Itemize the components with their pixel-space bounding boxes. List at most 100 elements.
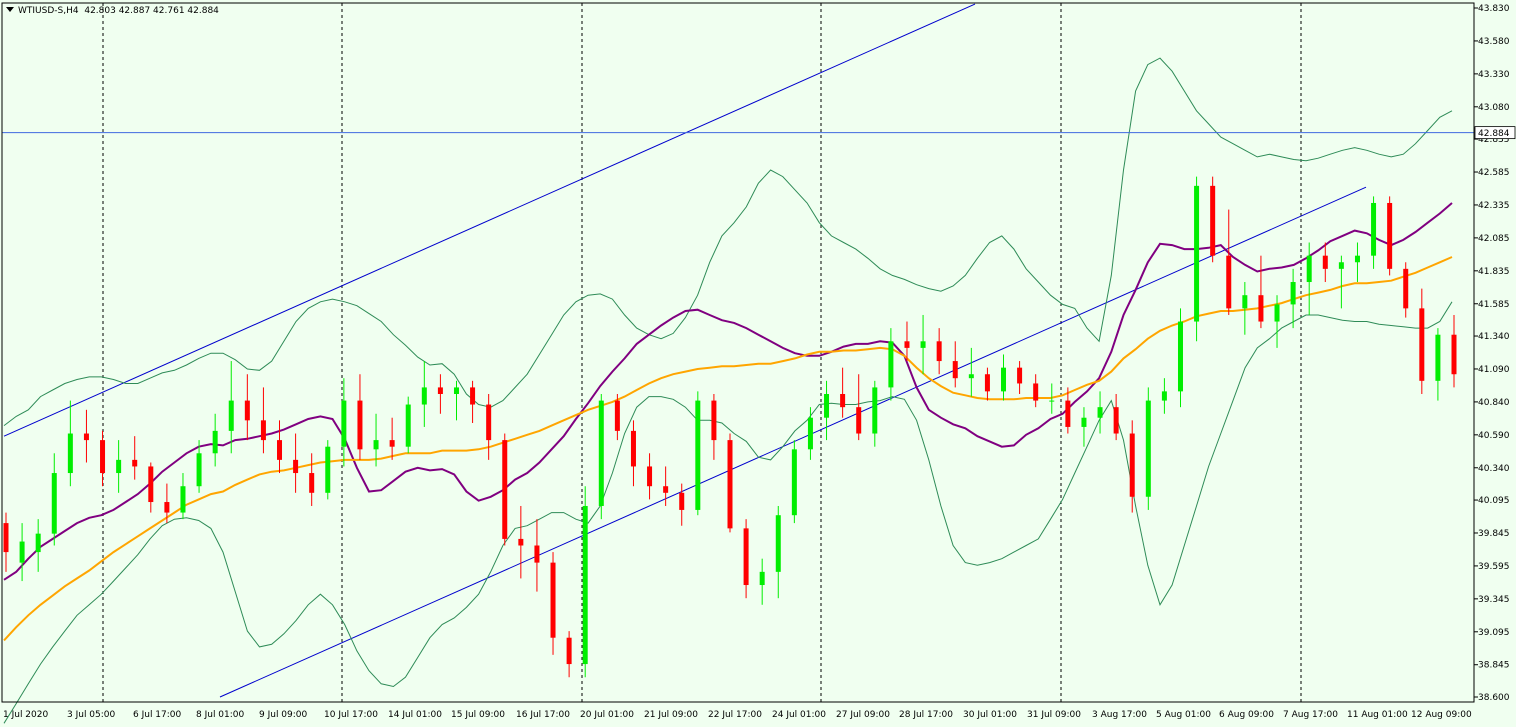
bull-candle [341,400,347,447]
y-tick-label: 40.095 [1478,496,1510,506]
bull-candle [1097,407,1103,418]
bear-candle [470,387,476,405]
bear-candle [679,492,685,510]
bear-candle [1065,400,1071,427]
bull-candle [598,400,604,506]
channel-upper-line [3,3,976,437]
bull-candle [1242,295,1248,309]
x-tick-label: 7 Aug 17:00 [1283,710,1338,720]
bull-candle [1274,304,1280,322]
y-tick-label: 41.340 [1478,332,1510,342]
bull-candle [759,571,765,586]
bear-candle [840,393,846,408]
bollinger-upper-line [3,57,1453,426]
bear-candle [3,523,9,553]
price-chart[interactable]: 43.83043.58043.33043.08042.83542.58542.3… [0,0,1516,727]
bull-candle [325,446,331,493]
y-tick-label: 41.090 [1478,365,1510,375]
x-tick-label: 11 Aug 01:00 [1347,710,1408,720]
bollinger-bands [3,57,1453,724]
y-tick-label: 40.340 [1478,464,1510,474]
bear-candle [486,404,492,441]
x-tick-label: 10 Jul 17:00 [324,710,378,720]
bull-candle [67,433,73,474]
bull-candle [775,515,781,572]
y-tick-label: 42.085 [1478,234,1510,244]
y-tick-label: 39.345 [1478,595,1510,605]
bear-candle [132,459,138,467]
bull-candle [1145,400,1151,497]
x-tick-label: 3 Aug 17:00 [1092,710,1147,720]
bear-candle [1113,407,1119,434]
candles [3,176,1457,678]
bear-candle [1129,433,1135,497]
bear-candle [711,400,717,441]
bear-candle [437,387,443,394]
bull-candle [920,341,926,348]
bull-candle [807,417,813,450]
bear-candle [647,466,653,487]
x-tick-label: 22 Jul 17:00 [708,710,762,720]
current-price-label: 42.884 [1478,129,1510,139]
bear-candle [630,430,636,467]
x-tick-label: 8 Jul 01:00 [196,710,245,720]
bull-candle [405,404,411,447]
y-tick-label: 43.080 [1478,103,1510,113]
bear-candle [164,502,170,513]
bull-candle [824,393,830,418]
bear-candle [663,486,669,493]
x-tick-label: 20 Jul 01:00 [580,710,634,720]
bear-candle [1419,308,1425,381]
bull-candle [1371,202,1377,256]
bear-candle [389,440,395,447]
trend-channel [3,3,1367,698]
x-tick-label: 15 Jul 09:00 [451,710,505,720]
bear-candle [936,341,942,362]
bull-candle [695,400,701,510]
bull-candle [228,400,234,431]
bull-candle [373,440,379,450]
y-tick-label: 43.330 [1478,70,1510,80]
bear-candle [984,374,990,392]
x-tick-label: 5 Aug 01:00 [1156,710,1211,720]
bull-candle [196,453,202,487]
bear-candle [502,440,508,539]
x-tick-label: 9 Jul 09:00 [259,710,308,720]
bull-candle [116,459,122,474]
x-tick-label: 28 Jul 17:00 [899,710,953,720]
plot-frame [1,2,1475,703]
bull-candle [791,449,797,516]
bull-candle [1081,417,1087,427]
bear-candle [550,562,556,638]
bull-candle [212,430,218,454]
x-tick-label: 6 Jul 17:00 [133,710,182,720]
y-tick-label: 38.845 [1478,661,1510,671]
bear-candle [534,545,540,563]
bear-candle [1226,255,1232,309]
bull-candle [888,341,894,388]
y-tick-label: 41.585 [1478,300,1510,310]
bull-candle [19,541,25,563]
bear-candle [566,637,572,665]
bull-candle [1306,255,1312,283]
bull-candle [180,486,186,513]
chart-area[interactable]: 43.830 43.580 43.330 43.080 42.835 42.585 42.3… [0,0,1516,727]
y-tick-label: 40.590 [1478,431,1510,441]
bull-candle [1194,185,1200,322]
y-tick-label: 38.600 [1478,693,1510,703]
x-tick-label: 31 Jul 09:00 [1027,710,1081,720]
x-tick-label: 3 Jul 05:00 [67,710,116,720]
y-tick-label: 43.830 [1478,4,1510,14]
y-tick-label: 42.335 [1478,201,1510,211]
collapse-triangle-icon[interactable] [6,7,14,12]
bull-candle [1435,334,1441,381]
bear-candle [518,538,524,546]
bear-candle [856,407,862,434]
x-tick-label: 12 Aug 09:00 [1411,710,1472,720]
bear-candle [904,341,910,348]
x-tick-label: 16 Jul 17:00 [516,710,570,720]
bear-candle [357,400,363,450]
bear-candle [952,361,958,379]
bear-candle [1033,383,1039,401]
time-axis: 1 Jul 2020 3 Jul 05:00 6 Jul 17:00 8 Jul 01… [3,710,1472,720]
